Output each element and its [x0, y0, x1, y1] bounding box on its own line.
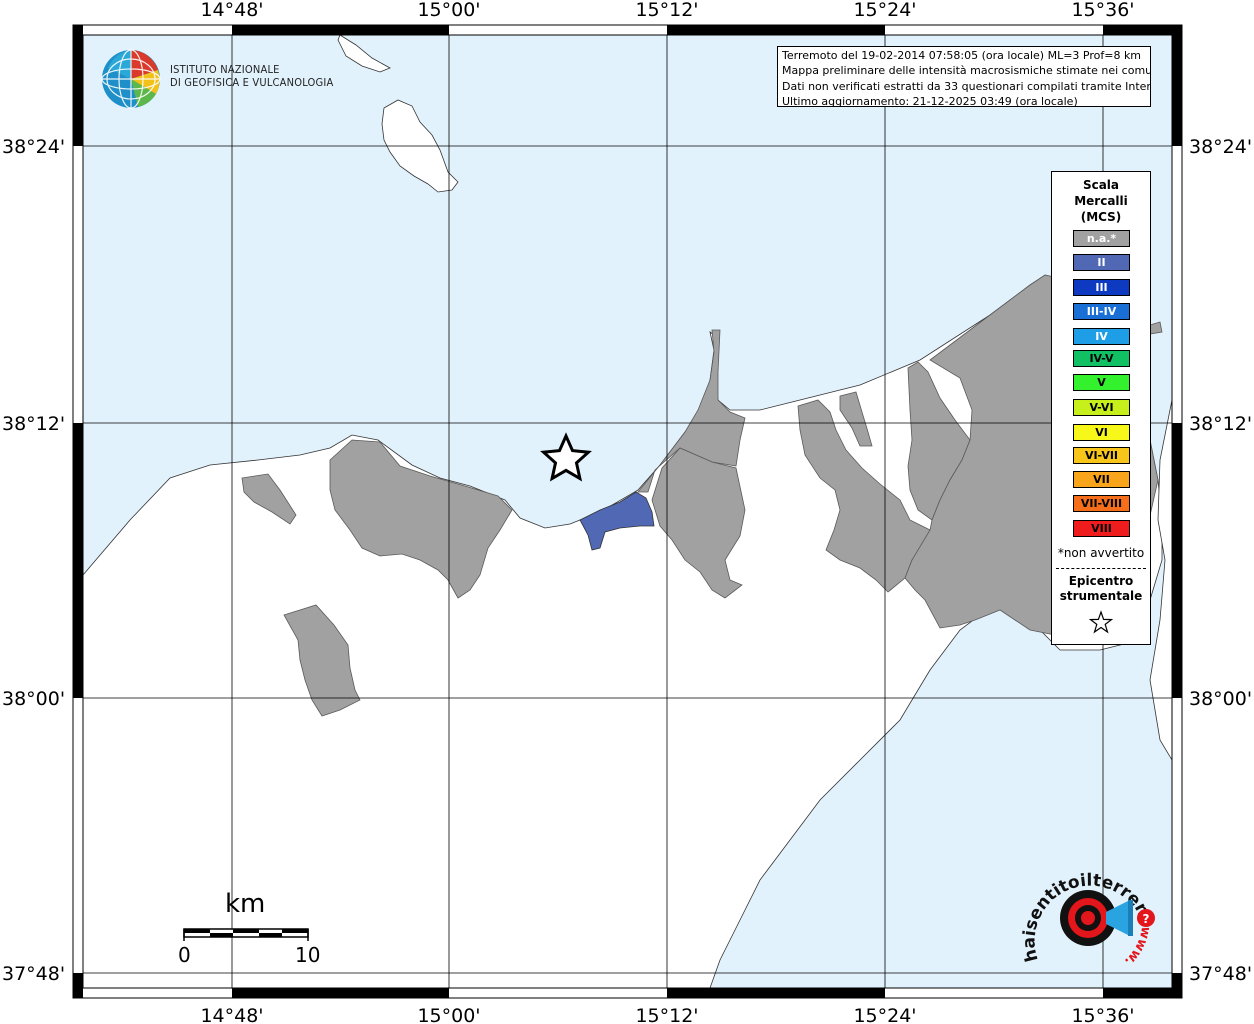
question-mark-icon: ?	[1143, 912, 1150, 926]
legend-epicenter-label: Epicentro strumentale	[1052, 574, 1150, 604]
lon-tick-1: 14°48'	[200, 1005, 263, 1024]
lon-tick-3: 15°12'	[635, 0, 698, 21]
lon-tick-3: 15°12'	[635, 1005, 698, 1024]
lat-tick-2: 38°12'	[2, 413, 65, 435]
lat-tick-3: 38°00'	[1189, 688, 1252, 710]
legend-swatch-IV-V: IV-V	[1073, 350, 1130, 367]
legend-swatch-VI-VII: VI-VII	[1073, 447, 1130, 464]
event-info-line3: Dati non verificati estratti da 33 quest…	[782, 79, 1151, 93]
legend-swatch-VII-VIII: VII-VIII	[1073, 495, 1130, 512]
lat-tick-labels-right: 38°24' 38°12' 38°00' 37°48'	[1189, 136, 1252, 985]
legend-title-line2: Mercalli	[1074, 194, 1128, 208]
scale-bar: km 0 10	[170, 885, 330, 970]
lon-tick-2: 15°00'	[417, 1005, 480, 1024]
scale-bar-start: 0	[178, 943, 191, 967]
lat-tick-labels-left: 38°24' 38°12' 38°00' 37°48'	[2, 136, 65, 985]
ingv-logo-text: ISTITUTO NAZIONALE DI GEOFISICA E VULCAN…	[170, 63, 333, 89]
legend-swatch-VII: VII	[1073, 471, 1130, 488]
legend-epicenter-line2: strumentale	[1059, 589, 1143, 603]
event-info-line1: Terremoto del 19-02-2014 07:58:05 (ora l…	[782, 49, 1142, 62]
legend-epicenter-line1: Epicentro	[1068, 574, 1134, 588]
lat-tick-3: 38°00'	[2, 688, 65, 710]
lat-tick-1: 38°24'	[1189, 136, 1252, 158]
lat-tick-4: 37°48'	[2, 963, 65, 985]
legend-swatch-na: n.a.*	[1073, 230, 1130, 247]
legend-swatch-VIII: VIII	[1073, 520, 1130, 537]
legend-title-line3: (MCS)	[1080, 210, 1122, 224]
lon-tick-4: 15°24'	[853, 0, 916, 21]
scale-bar-unit: km	[225, 889, 266, 919]
legend-title: Scala Mercalli (MCS)	[1052, 177, 1150, 225]
legend-separator	[1056, 568, 1146, 569]
legend-swatch-V: V	[1073, 374, 1130, 391]
legend-swatch-VI: VI	[1073, 424, 1130, 441]
ingv-logo-line2: DI GEOFISICA E VULCANOLOGIA	[170, 76, 334, 89]
legend-star-icon	[1088, 610, 1114, 634]
lon-tick-5: 15°36'	[1071, 0, 1134, 21]
legend-note: *non avvertito	[1057, 546, 1145, 560]
lon-tick-5: 15°36'	[1071, 1005, 1134, 1024]
event-info-line2: Mappa preliminare delle intensità macros…	[782, 64, 1151, 78]
ingv-globe-icon	[101, 49, 161, 109]
ingv-logo: ISTITUTO NAZIONALE DI GEOFISICA E VULCAN…	[100, 48, 340, 110]
lon-tick-4: 15°24'	[853, 1005, 916, 1024]
legend-swatch-III-IV: III-IV	[1073, 303, 1130, 320]
lon-tick-2: 15°00'	[417, 0, 480, 21]
legend-swatch-II: II	[1073, 254, 1130, 271]
lon-tick-labels-top: 14°48' 15°00' 15°12' 15°24' 15°36'	[200, 0, 1134, 21]
event-info-box: Terremoto del 19-02-2014 07:58:05 (ora l…	[777, 46, 1151, 107]
mcs-legend: Scala Mercalli (MCS) n.a.* II III III-IV…	[1051, 171, 1151, 645]
lon-tick-labels-bottom: 14°48' 15°00' 15°12' 15°24' 15°36'	[200, 1005, 1134, 1024]
lat-tick-2: 38°12'	[1189, 413, 1252, 435]
ingv-logo-line1: ISTITUTO NAZIONALE	[170, 63, 280, 76]
event-info-line4: Ultimo aggiornamento: 21-12-2025 03:49 (…	[782, 94, 1078, 107]
lon-tick-1: 14°48'	[200, 0, 263, 21]
lat-tick-4: 37°48'	[1189, 963, 1252, 985]
legend-swatch-III: III	[1073, 279, 1130, 296]
legend-swatch-IV: IV	[1073, 328, 1130, 345]
legend-title-line1: Scala	[1082, 178, 1120, 192]
lat-tick-1: 38°24'	[2, 136, 65, 158]
legend-swatch-V-VI: V-VI	[1073, 399, 1130, 416]
haisentitoilterremoto-logo: haisentitoilterremoto.it www. ?	[1020, 860, 1156, 969]
scale-bar-end: 10	[295, 943, 321, 967]
